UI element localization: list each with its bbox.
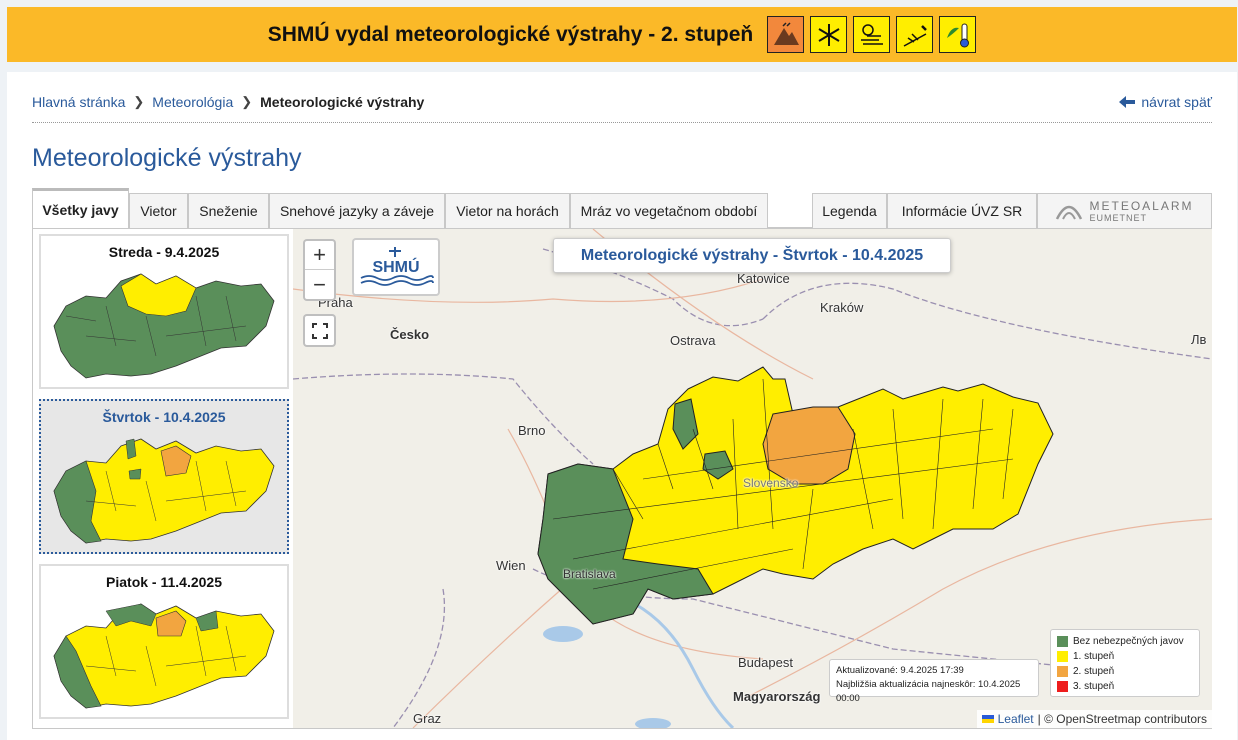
country-label-magyarorszag: Magyarország: [733, 689, 821, 704]
shmu-logo-icon: SHMÚ: [360, 247, 434, 286]
day-thumbnail-label: Štvrtok - 10.4.2025: [102, 409, 226, 425]
country-label-cesko: Česko: [390, 327, 430, 342]
city-label-budapest: Budapest: [738, 655, 793, 670]
plant-frost-icon[interactable]: [896, 16, 934, 53]
legend-swatch: [1057, 651, 1068, 662]
tab-frost[interactable]: Mráz vo vegetačnom období: [570, 193, 768, 228]
legend-item: 3. stupeň: [1057, 679, 1193, 694]
legend-item: 2. stupeň: [1057, 664, 1193, 679]
tab-meteoalarm[interactable]: METEOALARM EUMETNET: [1037, 193, 1212, 228]
meteoalarm-label: METEOALARM: [1089, 199, 1194, 213]
breadcrumb: Hlavná stránka ❯ Meteorológia ❯ Meteorol…: [32, 94, 424, 110]
city-label-brno: Brno: [518, 423, 546, 438]
slovakia-map-thumbnail: [53, 438, 275, 544]
snowflake-icon[interactable]: [810, 16, 848, 53]
legend-swatch: [1057, 666, 1068, 677]
day-thumbnail-label: Piatok - 11.4.2025: [106, 574, 222, 590]
divider: [32, 122, 1212, 123]
map-legend: Bez nebezpečných javov 1. stupeň 2. stup…: [1050, 629, 1200, 697]
breadcrumb-section[interactable]: Meteorológia: [152, 94, 233, 110]
update-info: Aktualizované: 9.4.2025 17:39 Najbližšia…: [829, 659, 1039, 704]
breadcrumb-current: Meteorologické výstrahy: [260, 94, 425, 110]
zoom-control: + −: [303, 239, 336, 301]
page-title: Meteorologické výstrahy: [32, 144, 302, 172]
city-label-lviv: Лв: [1191, 332, 1207, 347]
fullscreen-icon: [311, 322, 328, 339]
eumetnet-label: EUMETNET: [1089, 213, 1147, 223]
legend-item: Bez nebezpečných javov: [1057, 634, 1193, 649]
city-label-graz: Graz: [413, 711, 442, 726]
day-thumbnail-thursday[interactable]: Štvrtok - 10.4.2025: [39, 399, 289, 554]
country-label-slovensko: Slovensko: [743, 476, 799, 490]
next-update-text: Najbližšia aktualizácia najneskôr: 10.4.…: [836, 679, 1021, 704]
legend-label: 1. stupeň: [1073, 651, 1115, 662]
legend-label: 2. stupeň: [1073, 666, 1115, 677]
tab-bar: Všetky javy Vietor Sneženie Snehové jazy…: [32, 188, 1212, 229]
slovakia-map-thumbnail: [53, 603, 275, 709]
osm-attribution: | © OpenStreetmap contributors: [1037, 712, 1207, 726]
tab-mountain-wind[interactable]: Vietor na horách: [445, 193, 570, 228]
back-link-label: návrat späť: [1141, 94, 1212, 110]
city-label-krakow: Kraków: [820, 300, 864, 315]
tab-uvz[interactable]: Informácie ÚVZ SR: [887, 193, 1037, 228]
meteoalarm-logo-icon: [1056, 205, 1083, 220]
alert-banner[interactable]: SHMÚ vydal meteorologické výstrahy - 2. …: [7, 7, 1237, 62]
zoom-out-button[interactable]: −: [305, 270, 334, 299]
chevron-right-icon: ❯: [133, 94, 145, 109]
content-panel: Hlavná stránka ❯ Meteorológia ❯ Meteorol…: [7, 72, 1237, 740]
city-label-ostrava: Ostrava: [670, 333, 716, 348]
back-link[interactable]: návrat späť: [1119, 94, 1212, 110]
tab-wind[interactable]: Vietor: [129, 193, 188, 228]
city-label-bratislava: Bratislava: [563, 567, 616, 581]
day-thumbnail-friday[interactable]: Piatok - 11.4.2025: [39, 564, 289, 719]
shmu-logo-text: SHMÚ: [372, 257, 419, 276]
map-attribution: Leaflet | © OpenStreetmap contributors: [976, 710, 1212, 728]
uv-thermometer-icon[interactable]: [939, 16, 977, 53]
legend-swatch: [1057, 681, 1068, 692]
arrow-left-icon: [1119, 96, 1136, 108]
mountain-wind-icon[interactable]: [767, 16, 805, 53]
chevron-right-icon: ❯: [241, 94, 253, 109]
legend-label: Bez nebezpečných javov: [1073, 636, 1184, 647]
updated-text: Aktualizované: 9.4.2025 17:39: [836, 665, 964, 676]
map-title: Meteorologické výstrahy - Štvrtok - 10.4…: [553, 238, 951, 273]
breadcrumb-home[interactable]: Hlavná stránka: [32, 94, 125, 110]
alert-banner-text: SHMÚ vydal meteorologické výstrahy - 2. …: [267, 22, 754, 46]
day-thumbnail-label: Streda - 9.4.2025: [108, 244, 220, 260]
slovakia-map-thumbnail: [53, 273, 275, 379]
tab-all[interactable]: Všetky javy: [32, 188, 129, 229]
legend-swatch: [1057, 636, 1068, 647]
legend-label: 3. stupeň: [1073, 681, 1115, 692]
zoom-in-button[interactable]: +: [305, 241, 334, 270]
leaflet-link[interactable]: Leaflet: [998, 712, 1034, 726]
day-thumbnail-wednesday[interactable]: Streda - 9.4.2025: [39, 234, 289, 389]
snow-wind-icon[interactable]: [853, 16, 891, 53]
shmu-logo[interactable]: SHMÚ: [352, 238, 440, 296]
warnings-frame: Streda - 9.4.2025 Štvrtok - 10.4.2025 Pi…: [32, 228, 1212, 729]
city-label-wien: Wien: [496, 558, 526, 573]
tab-snow-drifts[interactable]: Snehové jazyky a záveje: [269, 193, 445, 228]
fullscreen-button[interactable]: [303, 314, 336, 347]
tab-legend[interactable]: Legenda: [812, 193, 887, 228]
legend-item: 1. stupeň: [1057, 649, 1193, 664]
ukraine-flag-icon: [981, 715, 994, 723]
warnings-map[interactable]: Praha Česko Katowice Kraków Ostrava Brno…: [293, 229, 1212, 728]
city-label-katowice: Katowice: [737, 271, 790, 286]
tab-snow[interactable]: Sneženie: [188, 193, 269, 228]
